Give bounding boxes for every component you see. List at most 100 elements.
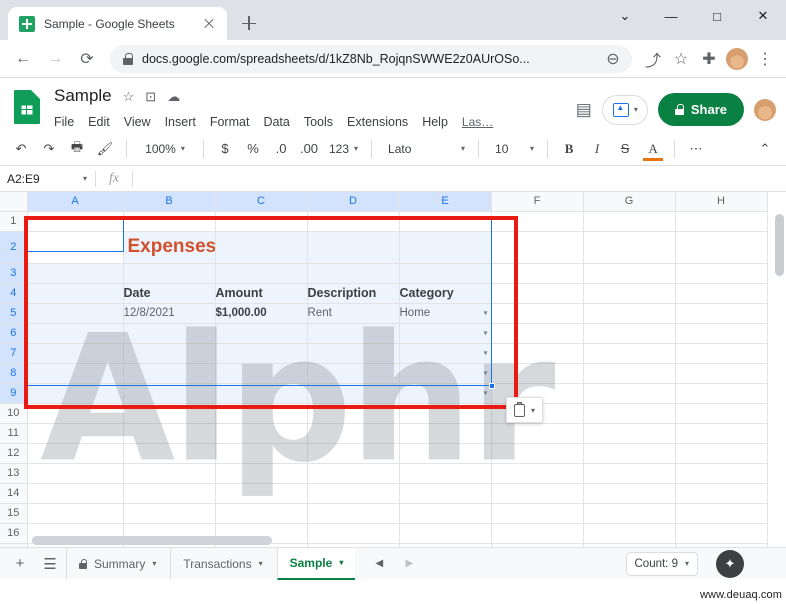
strikethrough-icon[interactable]: S: [612, 136, 638, 162]
cell-h16[interactable]: [675, 523, 768, 544]
cell-f11[interactable]: [491, 423, 584, 444]
cell-b5[interactable]: 12/8/2021: [123, 303, 216, 324]
more-toolbar-icon[interactable]: ⋯: [683, 136, 709, 162]
cell-h8[interactable]: [675, 363, 768, 384]
cell-b6[interactable]: [123, 323, 216, 344]
present-button[interactable]: ▾: [601, 94, 648, 125]
cell-d7[interactable]: [307, 343, 400, 364]
row-header-2[interactable]: 2: [0, 231, 28, 264]
cell-e15[interactable]: [399, 503, 492, 524]
cell-f2[interactable]: [491, 231, 584, 264]
cell-c7[interactable]: [215, 343, 308, 364]
collapse-toolbar-icon[interactable]: ⌃: [752, 136, 778, 162]
percent-format-icon[interactable]: %: [240, 136, 266, 162]
profile-avatar[interactable]: [724, 46, 750, 72]
cell-h17[interactable]: [675, 543, 768, 547]
cell-d5[interactable]: Rent: [307, 303, 400, 324]
cell-c3[interactable]: [215, 263, 308, 284]
add-sheet-button[interactable]: +: [6, 550, 34, 578]
cell-e1[interactable]: [399, 211, 492, 232]
extensions-puzzle-icon[interactable]: ✚: [696, 46, 722, 72]
cell-d6[interactable]: [307, 323, 400, 344]
sheet-tab-sample[interactable]: Sample ▾: [276, 547, 356, 580]
menu-help[interactable]: Help: [422, 115, 448, 129]
cell-b1[interactable]: [123, 211, 216, 232]
column-header-d[interactable]: D: [307, 192, 400, 212]
cell-c14[interactable]: [215, 483, 308, 504]
cell-h2[interactable]: [675, 231, 768, 264]
cell-c5[interactable]: $1,000.00: [215, 303, 308, 324]
cell-f8[interactable]: [491, 363, 584, 384]
cell-g16[interactable]: [583, 523, 676, 544]
cell-d2[interactable]: [307, 231, 400, 264]
row-header-6[interactable]: 6: [0, 323, 28, 344]
move-to-folder-icon[interactable]: ⊡: [145, 90, 156, 103]
cell-e16[interactable]: [399, 523, 492, 544]
menu-view[interactable]: View: [124, 115, 151, 129]
cell-f15[interactable]: [491, 503, 584, 524]
row-header-17[interactable]: 17: [0, 543, 28, 547]
cell-f17[interactable]: [491, 543, 584, 547]
row-header-14[interactable]: 14: [0, 483, 28, 504]
data-validation-dropdown-icon[interactable]: ▾: [483, 329, 487, 338]
cell-f4[interactable]: [491, 283, 584, 304]
cell-a2[interactable]: [27, 231, 124, 264]
cell-g14[interactable]: [583, 483, 676, 504]
data-validation-dropdown-icon[interactable]: ▾: [483, 389, 487, 398]
vertical-scrollbar[interactable]: [775, 214, 784, 276]
next-sheet-icon[interactable]: ▶: [395, 550, 423, 578]
all-sheets-button[interactable]: ☰: [36, 550, 64, 578]
cell-b10[interactable]: [123, 403, 216, 424]
cell-c13[interactable]: [215, 463, 308, 484]
chevron-down-icon[interactable]: ▾: [152, 559, 156, 568]
cell-d16[interactable]: [307, 523, 400, 544]
select-all-corner[interactable]: [0, 192, 28, 212]
sheet-tab-summary[interactable]: Summary ▾: [66, 547, 168, 580]
cell-e9[interactable]: ▾: [399, 383, 492, 404]
redo-icon[interactable]: ↷: [36, 136, 62, 162]
cell-c15[interactable]: [215, 503, 308, 524]
row-header-11[interactable]: 11: [0, 423, 28, 444]
cell-b2[interactable]: Expenses: [123, 231, 216, 264]
cell-c12[interactable]: [215, 443, 308, 464]
menu-format[interactable]: Format: [210, 115, 250, 129]
cell-g11[interactable]: [583, 423, 676, 444]
cell-e8[interactable]: ▾: [399, 363, 492, 384]
row-header-15[interactable]: 15: [0, 503, 28, 524]
menu-file[interactable]: File: [54, 115, 74, 129]
cell-h13[interactable]: [675, 463, 768, 484]
cell-b15[interactable]: [123, 503, 216, 524]
row-header-5[interactable]: 5: [0, 303, 28, 324]
cell-c2[interactable]: [215, 231, 308, 264]
cell-g12[interactable]: [583, 443, 676, 464]
menu-insert[interactable]: Insert: [165, 115, 196, 129]
cell-a11[interactable]: [27, 423, 124, 444]
cell-b13[interactable]: [123, 463, 216, 484]
cell-c11[interactable]: [215, 423, 308, 444]
chevron-down-icon[interactable]: ▾: [685, 559, 689, 568]
back-icon[interactable]: ←: [8, 44, 38, 74]
cell-e17[interactable]: [399, 543, 492, 547]
explore-button[interactable]: ✦: [716, 549, 744, 578]
cell-b11[interactable]: [123, 423, 216, 444]
cell-b7[interactable]: [123, 343, 216, 364]
cell-e6[interactable]: ▾: [399, 323, 492, 344]
cell-g2[interactable]: [583, 231, 676, 264]
cell-g7[interactable]: [583, 343, 676, 364]
column-header-b[interactable]: B: [123, 192, 216, 212]
cell-g8[interactable]: [583, 363, 676, 384]
cell-g1[interactable]: [583, 211, 676, 232]
undo-icon[interactable]: ↶: [8, 136, 34, 162]
cell-b3[interactable]: [123, 263, 216, 284]
cell-e14[interactable]: [399, 483, 492, 504]
cell-d9[interactable]: [307, 383, 400, 404]
cell-d11[interactable]: [307, 423, 400, 444]
bookmark-star-icon[interactable]: ☆: [668, 46, 694, 72]
cell-h1[interactable]: [675, 211, 768, 232]
column-header-f[interactable]: F: [491, 192, 584, 212]
text-color-icon[interactable]: A: [640, 136, 666, 162]
horizontal-scrollbar[interactable]: [32, 536, 272, 545]
cell-f16[interactable]: [491, 523, 584, 544]
cell-a1[interactable]: [27, 211, 124, 232]
chevron-down-icon[interactable]: ▾: [634, 105, 638, 114]
